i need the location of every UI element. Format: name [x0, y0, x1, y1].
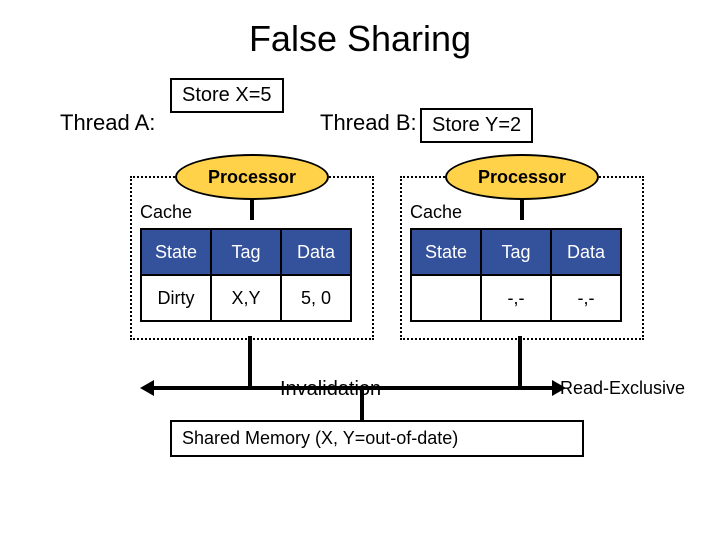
processor-right-container: Processor Cache State Tag Data -,- -,- [400, 176, 644, 340]
processor-left: Processor [175, 154, 329, 200]
cache-header-state: State [141, 229, 211, 275]
cache-right-label: Cache [410, 202, 462, 223]
cache-header-data: Data [281, 229, 351, 275]
cache-right-tag: -,- [481, 275, 551, 321]
bus-connector-right [518, 336, 522, 388]
diagram-stage: False Sharing Thread A: Thread B: Store … [0, 0, 720, 540]
store-x-box: Store X=5 [170, 78, 284, 113]
cache-left-table: State Tag Data Dirty X,Y 5, 0 [140, 228, 352, 322]
cache-right-table: State Tag Data -,- -,- [410, 228, 622, 322]
shared-memory-box: Shared Memory (X, Y=out-of-date) [170, 420, 584, 457]
processor-left-label: Processor [208, 167, 296, 188]
cache-header-tag: Tag [481, 229, 551, 275]
page-title: False Sharing [0, 18, 720, 60]
cache-header-state: State [411, 229, 481, 275]
bus-connector-left [248, 336, 252, 388]
cache-left-label: Cache [140, 202, 192, 223]
processor-right: Processor [445, 154, 599, 200]
cache-header-data: Data [551, 229, 621, 275]
thread-b-label: Thread B: [320, 110, 417, 136]
processor-left-container: Processor Cache State Tag Data Dirty X,Y… [130, 176, 374, 340]
store-y-box: Store Y=2 [420, 108, 533, 143]
cache-left-tag: X,Y [211, 275, 281, 321]
read-exclusive-label: Read-Exclusive [560, 378, 685, 399]
table-row: Dirty X,Y 5, 0 [141, 275, 351, 321]
cache-header-tag: Tag [211, 229, 281, 275]
cache-left-state: Dirty [141, 275, 211, 321]
bus-to-memory [360, 390, 364, 420]
cache-right-data: -,- [551, 275, 621, 321]
invalidation-label: Invalidation [280, 378, 381, 401]
cache-right-state [411, 275, 481, 321]
table-row: State Tag Data [141, 229, 351, 275]
thread-a-label: Thread A: [60, 110, 155, 136]
table-row: State Tag Data [411, 229, 621, 275]
bus-arrow-left-icon [140, 380, 154, 396]
cache-left-data: 5, 0 [281, 275, 351, 321]
table-row: -,- -,- [411, 275, 621, 321]
processor-right-label: Processor [478, 167, 566, 188]
